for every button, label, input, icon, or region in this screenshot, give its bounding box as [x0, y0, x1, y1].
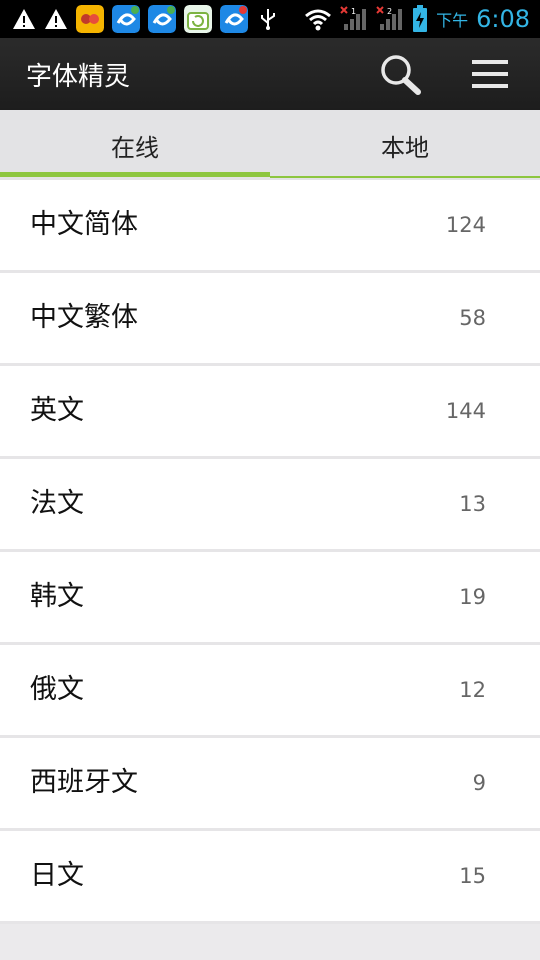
tab-online[interactable]: 在线	[0, 110, 270, 180]
list-item[interactable]: 俄文 12	[0, 645, 540, 738]
svg-text:1: 1	[351, 7, 356, 16]
app-icon	[148, 5, 176, 33]
category-count: 124	[445, 213, 486, 237]
list-item[interactable]: 中文繁体 58	[0, 273, 540, 366]
warning-icon	[45, 9, 67, 29]
list-item[interactable]: 日文 15	[0, 831, 540, 924]
battery-charging-icon	[413, 5, 428, 32]
menu-button[interactable]	[466, 52, 514, 96]
category-name: 俄文	[30, 674, 84, 705]
status-bar: 1 2 下午 6:08	[0, 0, 540, 38]
tab-bar: 在线 本地	[0, 110, 540, 180]
search-button[interactable]	[376, 52, 424, 96]
qq-app-icon	[76, 5, 104, 33]
usb-icon	[261, 9, 275, 30]
category-count: 13	[459, 492, 486, 516]
app-icon	[112, 5, 140, 33]
list-item[interactable]: 英文 144	[0, 366, 540, 459]
category-count: 19	[459, 585, 486, 609]
wifi-icon	[305, 9, 332, 31]
selected-tab-indicator	[0, 172, 270, 177]
category-name: 韩文	[30, 581, 84, 612]
category-name: 中文简体	[30, 209, 138, 240]
app-icon	[220, 5, 248, 33]
time-period: 下午	[436, 11, 469, 30]
svg-text:2: 2	[387, 7, 392, 16]
app-title: 字体精灵	[26, 62, 131, 92]
warning-icon	[13, 9, 35, 29]
tab-local[interactable]: 本地	[270, 110, 540, 180]
category-count: 9	[472, 771, 486, 795]
tab-divider-line	[270, 176, 540, 178]
category-name: 西班牙文	[30, 767, 138, 798]
category-count: 12	[459, 678, 486, 702]
search-icon	[381, 55, 421, 95]
clock: 6:08	[476, 5, 530, 33]
action-bar: 字体精灵	[0, 38, 540, 111]
download-app-icon	[184, 5, 212, 33]
category-count: 144	[445, 399, 486, 423]
category-name: 中文繁体	[30, 302, 138, 333]
signal-sim1-icon: 1	[340, 6, 367, 30]
category-name: 英文	[30, 395, 84, 426]
category-name: 日文	[30, 860, 84, 891]
menu-icon	[472, 60, 508, 88]
signal-sim2-icon: 2	[376, 6, 403, 30]
system-status: 1 2 下午 6:08	[304, 4, 530, 34]
category-name: 法文	[30, 488, 84, 519]
list-item[interactable]: 西班牙文 9	[0, 738, 540, 831]
category-count: 15	[459, 864, 486, 888]
notification-icons	[12, 4, 280, 34]
list-item[interactable]: 法文 13	[0, 459, 540, 552]
list-item[interactable]: 中文简体 124	[0, 180, 540, 273]
category-count: 58	[459, 306, 486, 330]
font-category-list: 中文简体 124 中文繁体 58 英文 144 法文 13 韩文 19 俄文 1…	[0, 180, 540, 924]
list-item[interactable]: 韩文 19	[0, 552, 540, 645]
